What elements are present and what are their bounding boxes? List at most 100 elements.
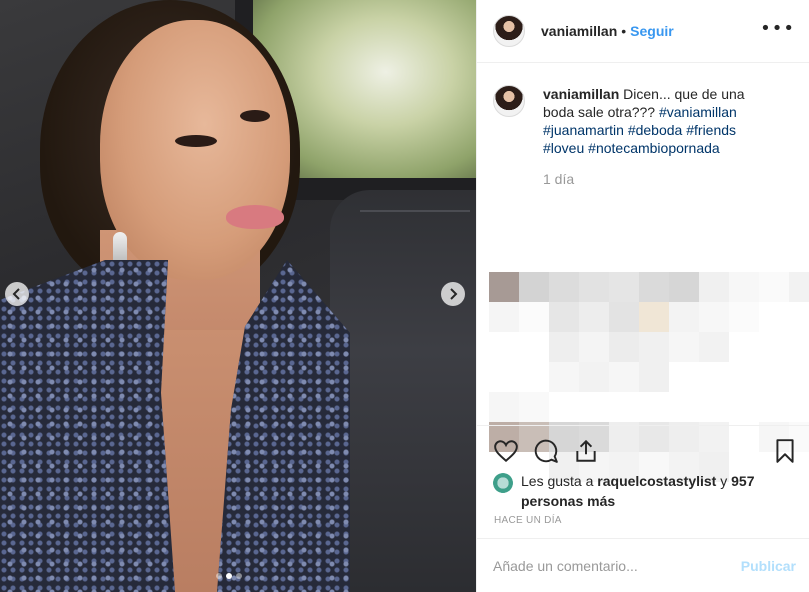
- redaction-pixel: [609, 272, 639, 302]
- redaction-pixel: [729, 272, 759, 302]
- redaction-pixel: [669, 362, 699, 392]
- redaction-pixel: [699, 392, 729, 422]
- redaction-pixel: [579, 392, 609, 422]
- redaction-pixel: [789, 332, 809, 362]
- redaction-pixel: [759, 302, 789, 332]
- redaction-pixel: [549, 392, 579, 422]
- redaction-pixel: [489, 332, 519, 362]
- carousel-next-button[interactable]: [441, 282, 465, 306]
- redaction-pixel: [699, 362, 729, 392]
- redaction-pixel: [609, 302, 639, 332]
- redaction-pixel: [639, 362, 669, 392]
- hashtag-link[interactable]: #deboda: [628, 122, 683, 138]
- heart-icon[interactable]: [493, 438, 519, 464]
- caption-time-ago: 1 día: [543, 171, 575, 187]
- post-photo[interactable]: [0, 0, 476, 592]
- redaction-pixel: [639, 272, 669, 302]
- redaction-pixel: [699, 332, 729, 362]
- hashtag-link[interactable]: #vaniamillan: [659, 104, 737, 120]
- redaction-pixel: [669, 332, 699, 362]
- redaction-pixel: [729, 362, 759, 392]
- carousel-dot: [216, 573, 222, 579]
- redaction-pixel: [639, 332, 669, 362]
- redaction-pixel: [549, 272, 579, 302]
- caption-username[interactable]: vaniamillan: [543, 86, 619, 102]
- redaction-pixel: [759, 362, 789, 392]
- person-face: [100, 20, 290, 280]
- header-separator: •: [621, 23, 627, 39]
- redaction-pixel: [639, 392, 669, 422]
- hashtag-link[interactable]: #notecambiopornada: [588, 140, 720, 156]
- redaction-pixel: [789, 362, 809, 392]
- add-comment-bar: Publicar: [477, 538, 809, 592]
- car-seat: [330, 190, 476, 592]
- redaction-pixel: [489, 392, 519, 422]
- carousel-prev-button[interactable]: [5, 282, 29, 306]
- hashtag-link[interactable]: #friends: [686, 122, 736, 138]
- redaction-pixel: [639, 302, 669, 332]
- car-seat-seam: [360, 210, 470, 212]
- redaction-pixel: [549, 332, 579, 362]
- redaction-pixel: [489, 272, 519, 302]
- publish-button[interactable]: Publicar: [741, 558, 796, 574]
- post-header: vaniamillan • Seguir •••: [477, 0, 809, 63]
- redaction-pixel: [729, 332, 759, 362]
- carousel-dot-active: [226, 573, 232, 579]
- bookmark-icon[interactable]: [772, 438, 798, 464]
- redaction-pixel: [669, 272, 699, 302]
- hashtag-link[interactable]: #loveu: [543, 140, 584, 156]
- redaction-pixel: [609, 392, 639, 422]
- redaction-pixel: [579, 302, 609, 332]
- redaction-pixel: [609, 362, 639, 392]
- chevron-left-icon: [12, 288, 20, 300]
- hashtag-link[interactable]: #juanamartin: [543, 122, 624, 138]
- redaction-pixel: [519, 332, 549, 362]
- redaction-pixel: [669, 302, 699, 332]
- redaction-pixel: [789, 272, 809, 302]
- redaction-pixel: [549, 302, 579, 332]
- person-eye: [175, 135, 217, 147]
- carousel-dot: [236, 573, 242, 579]
- avatar[interactable]: [493, 15, 525, 47]
- comment-input[interactable]: [493, 557, 723, 574]
- likes-conjunction: y: [720, 473, 728, 489]
- liker-username[interactable]: raquelcostastylist: [597, 473, 716, 489]
- redaction-pixel: [759, 272, 789, 302]
- liker-avatar[interactable]: [493, 473, 513, 493]
- action-bar: [477, 425, 809, 475]
- caption-avatar[interactable]: [493, 85, 525, 117]
- share-icon[interactable]: [573, 438, 599, 464]
- redaction-pixel: [669, 392, 699, 422]
- post-date: HACE UN DÍA: [494, 515, 562, 526]
- redaction-pixel: [489, 362, 519, 392]
- post-side-panel: vaniamillan • Seguir ••• vaniamillan Dic…: [476, 0, 809, 592]
- redaction-pixel: [519, 392, 549, 422]
- redaction-pixel: [549, 362, 579, 392]
- header-username[interactable]: vaniamillan: [541, 23, 617, 39]
- redaction-pixel: [699, 302, 729, 332]
- likes-text: Les gusta a raquelcostastylist y 957 per…: [521, 471, 793, 511]
- more-options-icon[interactable]: •••: [760, 20, 795, 38]
- redaction-pixel: [729, 392, 759, 422]
- caption-row: vaniamillan Dicen... que de una boda sal…: [493, 85, 793, 157]
- redaction-pixel: [789, 392, 809, 422]
- redaction-pixel: [519, 272, 549, 302]
- chevron-right-icon: [450, 288, 458, 300]
- redaction-pixel: [759, 332, 789, 362]
- redaction-pixel: [609, 332, 639, 362]
- likes-prefix: Les gusta a: [521, 473, 594, 489]
- follow-button[interactable]: Seguir: [630, 23, 674, 39]
- comment-icon[interactable]: [533, 438, 559, 464]
- carousel-dots: [216, 573, 242, 579]
- redaction-pixel: [519, 362, 549, 392]
- person-eye: [240, 110, 270, 122]
- comments-area: vaniamillan Dicen... que de una boda sal…: [477, 63, 809, 482]
- redaction-pixel: [579, 362, 609, 392]
- redaction-pixel: [759, 392, 789, 422]
- person-lips: [226, 205, 284, 229]
- redaction-pixel: [579, 272, 609, 302]
- caption: vaniamillan Dicen... que de una boda sal…: [543, 85, 773, 157]
- redaction-pixel: [699, 272, 729, 302]
- likes-summary: Les gusta a raquelcostastylist y 957 per…: [493, 471, 793, 511]
- redaction-pixel: [579, 332, 609, 362]
